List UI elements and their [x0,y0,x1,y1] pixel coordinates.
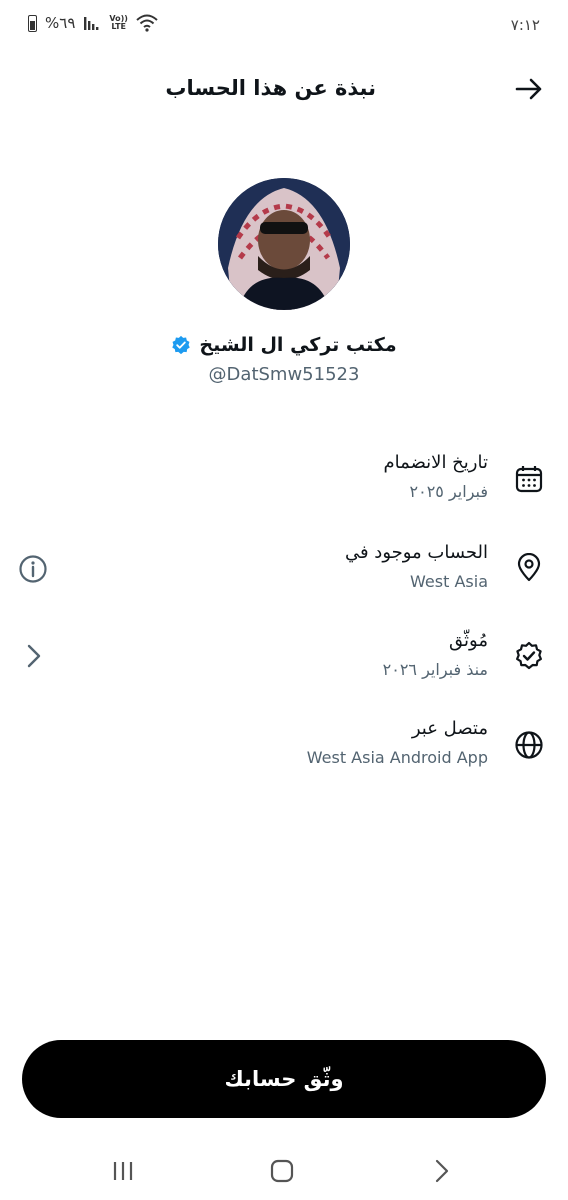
battery-percent: %٦٩ [45,14,76,32]
calendar-icon [515,466,543,493]
info-label: الحساب موجود في [344,542,488,563]
signal-icon [84,17,99,30]
battery-icon [28,14,37,32]
info-label: مُوثّق [449,630,488,651]
info-value: فبراير ٢٠٢٥ [409,482,489,501]
avatar-image [218,178,350,310]
wifi-icon [136,14,158,32]
info-label: متصل عبر [411,718,488,739]
info-row-verified[interactable]: مُوثّق منذ فبراير ٢٠٢٦ [68,630,488,679]
location-pin-icon [517,553,541,582]
chevron-left-icon[interactable] [18,641,48,671]
avatar[interactable] [218,178,350,310]
display-name: مكتب تركي ال الشيخ [199,334,397,356]
verified-badge-icon [172,335,191,355]
info-value: West Asia [410,572,488,591]
status-bar: %٦٩ Vo)) LTE ٧:١٢ [0,0,568,50]
volte-icon: Vo)) LTE [109,14,128,31]
info-icon[interactable] [18,554,48,584]
page-title: نبذة عن هذا الحساب [165,76,376,100]
handle: @DatSmw51523 [208,364,360,385]
home-icon[interactable] [269,1158,295,1184]
info-row-location: الحساب موجود في West Asia [68,542,488,591]
verify-account-button[interactable]: وثّق حسابك [22,1040,546,1118]
verified-badge-icon [516,641,542,670]
info-row-join-date: تاريخ الانضمام فبراير ٢٠٢٥ [68,452,488,501]
back-icon[interactable] [428,1158,454,1184]
globe-icon [515,731,543,759]
system-nav-bar [0,1140,568,1200]
header: نبذة عن هذا الحساب [0,64,568,114]
status-time: ٧:١٢ [510,16,540,34]
recent-apps-icon[interactable] [110,1158,136,1184]
info-value: منذ فبراير ٢٠٢٦ [382,660,488,679]
arrow-right-icon[interactable] [514,74,544,104]
display-name-row: مكتب تركي ال الشيخ [0,334,568,356]
info-value: West Asia Android App [306,748,488,767]
status-indicators: %٦٩ Vo)) LTE [28,14,158,32]
info-label: تاريخ الانضمام [383,452,488,473]
info-row-connected-via: متصل عبر West Asia Android App [68,718,488,767]
